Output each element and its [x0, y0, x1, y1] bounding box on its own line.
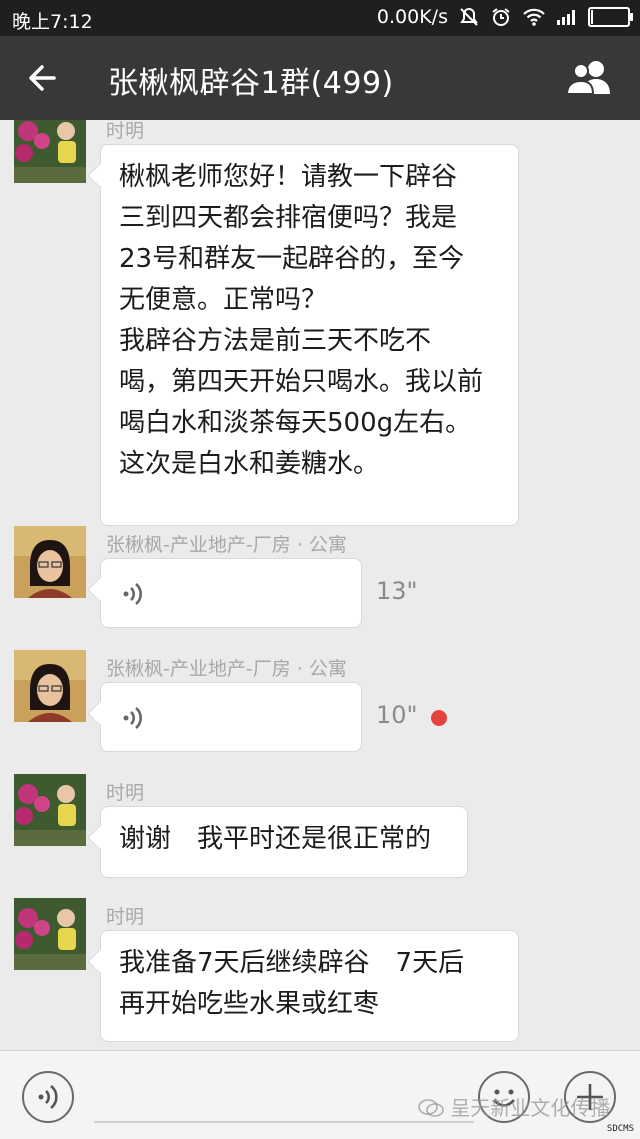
voice-duration: 13"	[376, 577, 418, 605]
sender-name: 时明	[106, 906, 145, 928]
message-text-line: 23号和群友一起辟谷的，至今	[119, 244, 465, 274]
avatar-shiming[interactable]	[14, 774, 86, 846]
message-input[interactable]	[94, 1121, 474, 1123]
voice-input-button[interactable]	[22, 1071, 74, 1123]
avatar-zhangqiufeng[interactable]	[14, 526, 86, 598]
message-text-line: 无便意。正常吗？	[119, 285, 328, 315]
message-text-line: 再开始吃些水果或红枣	[119, 989, 380, 1019]
message-text-line: 喝，第四天开始只喝水。我以前	[119, 367, 484, 397]
mute-icon	[460, 7, 478, 26]
signal-icon	[557, 10, 575, 25]
chat-header: 张楸枫辟谷1群(499)	[0, 36, 640, 120]
wifi-icon	[523, 8, 545, 26]
watermark: 呈天新业文化传播	[418, 1092, 610, 1121]
back-arrow-icon[interactable]	[24, 56, 64, 100]
watermark-text: 呈天新业文化传播	[450, 1096, 611, 1120]
voice-wave-icon	[123, 583, 142, 605]
message-bubble[interactable]: 我准备7天后继续辟谷 7天后 再开始吃些水果或红枣	[100, 930, 519, 1042]
voice-wave-icon	[123, 707, 142, 729]
voice-message-bubble[interactable]	[100, 558, 362, 628]
message-bubble[interactable]: 谢谢 我平时还是很正常的	[100, 806, 468, 878]
message-bubble[interactable]: 楸枫老师您好！请教一下辟谷 三到四天都会排宿便吗？我是 23号和群友一起辟谷的，…	[100, 144, 519, 526]
wechat-icon	[418, 1099, 444, 1117]
voice-duration: 10"	[376, 701, 418, 729]
message-text-line: 我准备7天后继续辟谷 7天后	[119, 948, 465, 978]
message-text-line: 谢谢 我平时还是很正常的	[119, 824, 432, 854]
sender-name: 时明	[106, 782, 145, 804]
message-text-line: 三到四天都会排宿便吗？我是	[119, 203, 458, 233]
corner-mark: SDCMS	[606, 1124, 634, 1134]
sender-name: 张楸枫-产业地产-厂房 · 公寓	[106, 658, 347, 680]
message-list[interactable]: 时明 楸枫老师您好！请教一下辟谷 三到四天都会排宿便吗？我是 23号和群友一起辟…	[0, 120, 640, 1050]
avatar-zhangqiufeng[interactable]	[14, 650, 86, 722]
message-text-line: 喝白水和淡茶每天500g左右。	[119, 408, 472, 438]
voice-message-bubble[interactable]	[100, 682, 362, 752]
alarm-icon	[492, 8, 510, 26]
status-time: 晚上7:12	[12, 11, 93, 33]
group-members-icon[interactable]	[564, 56, 614, 100]
voice-wave-icon	[38, 1084, 58, 1110]
unread-dot	[431, 710, 447, 726]
message-text-line: 这次是白水和姜糖水。	[119, 449, 380, 479]
status-indicators: 0.00K/s	[376, 6, 633, 28]
message-text-line: 楸枫老师您好！请教一下辟谷	[119, 162, 458, 192]
chat-title: 张楸枫辟谷1群(499)	[108, 66, 394, 101]
network-speed: 0.00K/s	[376, 6, 448, 28]
avatar-shiming[interactable]	[14, 120, 86, 183]
sender-name: 时明	[106, 120, 145, 142]
avatar-shiming[interactable]	[14, 898, 86, 970]
message-text-line: 我辟谷方法是前三天不吃不	[119, 326, 432, 356]
battery-icon	[588, 7, 633, 27]
status-bar: 晚上7:12 0.00K/s	[0, 0, 640, 36]
sender-name: 张楸枫-产业地产-厂房 · 公寓	[106, 534, 347, 556]
